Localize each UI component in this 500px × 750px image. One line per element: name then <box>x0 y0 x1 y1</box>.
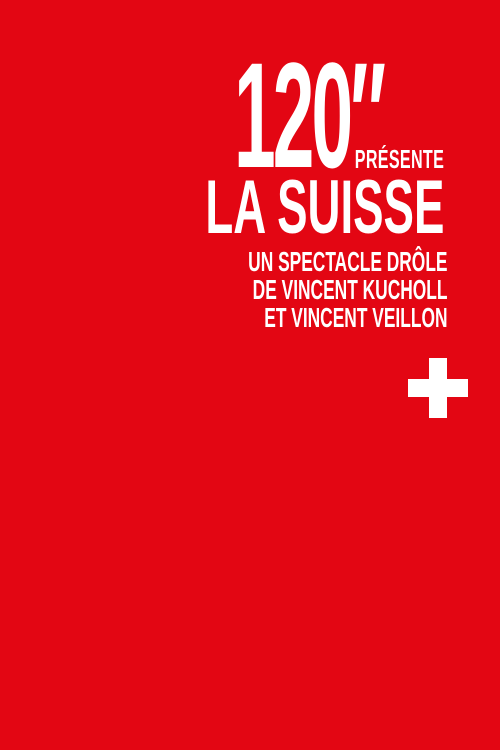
credits-block: UN SPECTACLE DRÔLE DE VINCENT KUCHOLL ET… <box>248 248 447 332</box>
credits-line: DE VINCENT KUCHOLL <box>252 274 447 305</box>
credits-line: ET VINCENT VEILLON <box>263 302 447 333</box>
swiss-cross-icon <box>408 358 468 418</box>
show-title: LA SUISSE <box>204 165 444 250</box>
credits-line: UN SPECTACLE DRÔLE <box>247 246 447 277</box>
poster: 120″ PRÉSENTE LA SUISSE UN SPECTACLE DRÔ… <box>0 0 500 750</box>
cross-horizontal-bar <box>408 379 468 397</box>
